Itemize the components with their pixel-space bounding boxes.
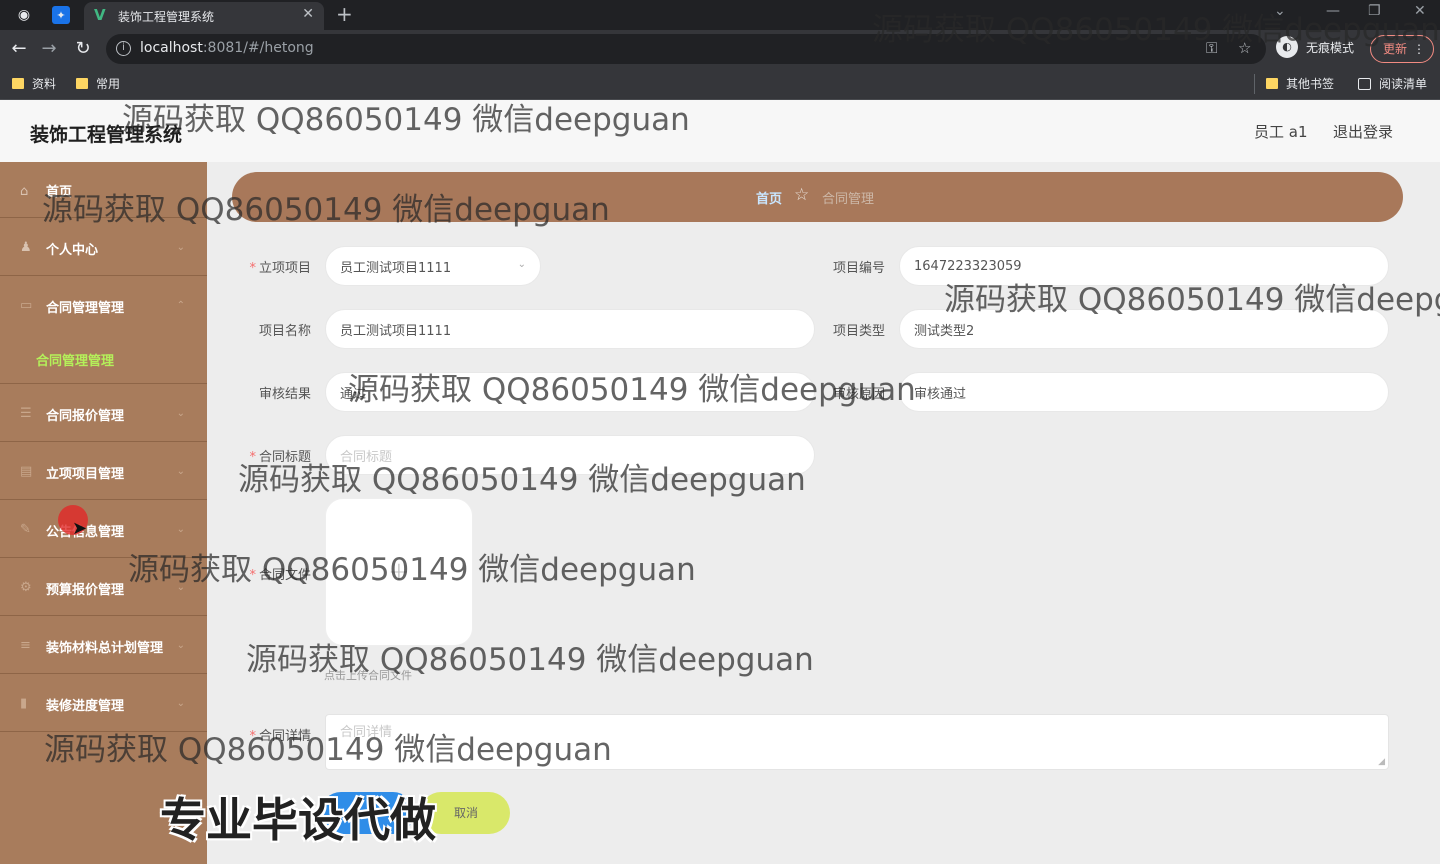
project-name-label: 项目名称 — [258, 324, 311, 339]
new-tab-icon[interactable]: + — [336, 2, 353, 26]
other-bookmarks[interactable]: 其他书签 — [1266, 75, 1334, 92]
sidebar-item-label: 合同管理管理 — [46, 301, 125, 316]
back-arrow-icon[interactable]: ← — [8, 38, 30, 60]
bookmark-folder-ziliao[interactable]: 资料 — [12, 75, 56, 92]
chevron-down-icon: ⌄ — [176, 698, 185, 709]
bar-chart-icon: ▮ — [20, 696, 28, 711]
reading-list[interactable]: 阅读清单 — [1358, 75, 1427, 92]
sidebar-item-label: 装饰材料总计划管理 — [46, 641, 164, 656]
sidebar-item-label: 装修进度管理 — [46, 699, 125, 714]
watermark: 源码获取 QQ86050149 微信deepguan — [122, 102, 690, 138]
site-info-icon[interactable]: i — [116, 41, 131, 56]
chevron-down-icon: ⌄ — [176, 408, 185, 419]
project-no-label: 项目编号 — [832, 261, 885, 276]
logout-link[interactable]: 退出登录 — [1333, 121, 1393, 142]
watermark: 源码获取 QQ86050149 微信deepguan — [44, 732, 612, 768]
resize-handle-icon[interactable]: ◢ — [1378, 757, 1385, 767]
project-type-label: 项目类型 — [832, 324, 885, 339]
sidebar-item-project[interactable]: ▤ 立项项目管理 ⌄ — [0, 442, 207, 500]
browser-profile-icon[interactable]: ◉ — [14, 5, 34, 25]
chevron-down-icon: ⌄ — [176, 242, 185, 253]
review-result-label: 审核结果 — [258, 387, 311, 402]
watermark: 源码获取 QQ86050149 微信deepguan — [128, 552, 696, 588]
menu-icon: ≡ — [20, 638, 31, 653]
chevron-down-icon: ⌄ — [176, 466, 185, 477]
bookmarks-divider — [1254, 74, 1255, 94]
folder-icon — [76, 78, 88, 89]
chevron-up-icon: ⌃ — [176, 300, 185, 311]
project-label: * 立项项目 — [249, 261, 311, 276]
folder-icon — [12, 78, 24, 89]
document-icon: ▤ — [20, 464, 33, 479]
promo-banner: 专业毕设代做 — [160, 793, 436, 847]
chevron-down-icon: ⌄ — [176, 524, 185, 535]
sidebar-item-label: 合同报价管理 — [46, 409, 125, 424]
browser-tab-active[interactable]: V 装饰工程管理系统 ✕ — [84, 2, 324, 30]
notice-icon: ✎ — [20, 522, 31, 537]
watermark: 源码获取 QQ86050149 微信deepguan — [872, 12, 1440, 48]
folder-icon — [1266, 78, 1278, 89]
watermark: 源码获取 QQ86050149 微信deepguan — [944, 282, 1440, 318]
close-tab-icon[interactable]: ✕ — [302, 6, 314, 22]
pinned-tab-icon[interactable]: ✦ — [52, 6, 70, 24]
reload-icon[interactable]: ↻ — [72, 38, 94, 60]
project-name-field[interactable]: 员工测试项目1111 — [325, 309, 815, 349]
watermark: 源码获取 QQ86050149 微信deepguan — [42, 192, 610, 228]
user-icon: ♟ — [20, 240, 32, 255]
chevron-down-icon: ⌄ — [176, 640, 185, 651]
project-select[interactable]: 员工测试项目1111 ⌄ — [325, 246, 541, 286]
watermark: 源码获取 QQ86050149 微信deepguan — [238, 462, 806, 498]
breadcrumb-home[interactable]: 首页 — [756, 188, 782, 207]
contract-icon: ▭ — [20, 298, 33, 313]
sidebar-item-materials[interactable]: ≡ 装饰材料总计划管理 ⌄ — [0, 616, 207, 674]
star-icon: ☆ — [794, 185, 810, 205]
sidebar-subitem-contract-active[interactable]: 合同管理管理 — [36, 350, 114, 369]
watermark: 源码获取 QQ86050149 微信deepguan — [246, 642, 814, 678]
mouse-pointer-icon: ➤ — [72, 518, 88, 539]
vue-logo-icon: V — [94, 6, 106, 24]
sidebar-item-contract[interactable]: ▭ 合同管理管理 ⌃ 合同管理管理 — [0, 276, 207, 384]
tab-title: 装饰工程管理系统 — [118, 10, 215, 24]
sidebar-item-quote[interactable]: ☰ 合同报价管理 ⌄ — [0, 384, 207, 442]
home-icon: ⌂ — [20, 184, 29, 199]
breadcrumb-current: 合同管理 — [822, 192, 875, 207]
forward-arrow-icon[interactable]: → — [38, 38, 60, 60]
bookmark-folder-changyong[interactable]: 常用 — [76, 75, 120, 92]
sidebar-item-label: 立项项目管理 — [46, 467, 125, 482]
reading-list-icon — [1358, 77, 1371, 90]
sidebar-item-label: 预算报价管理 — [46, 583, 125, 598]
sidebar-item-label: 个人中心 — [46, 243, 99, 258]
current-user: 员工 a1 — [1254, 123, 1308, 141]
gear-icon: ⚙ — [20, 580, 32, 595]
review-reason-field[interactable]: 审核通过 — [899, 372, 1389, 412]
watermark: 源码获取 QQ86050149 微信deepguan — [348, 372, 916, 408]
list-icon: ☰ — [20, 406, 32, 421]
url-text: localhost:8081/#/hetong — [140, 40, 314, 56]
chevron-down-icon: ⌄ — [517, 259, 526, 270]
